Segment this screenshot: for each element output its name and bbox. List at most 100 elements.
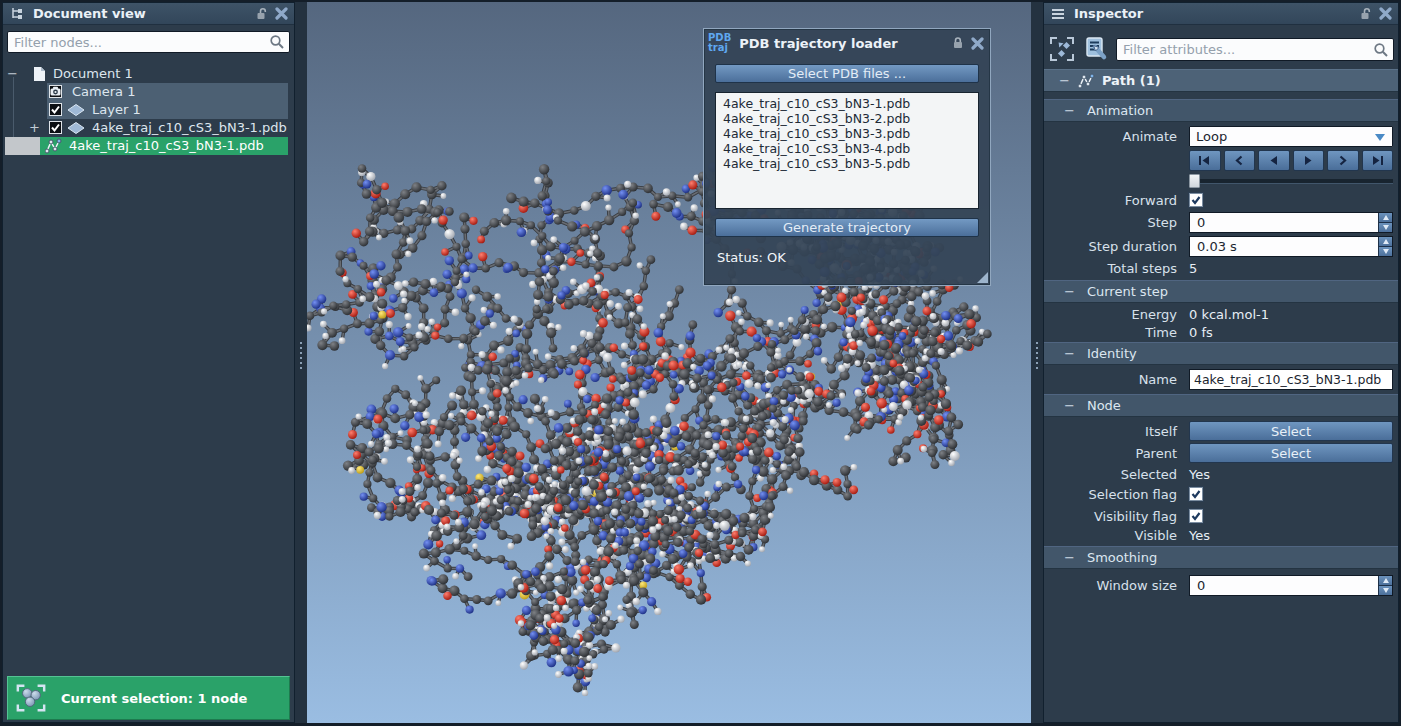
file-item[interactable]: 4ake_traj_c10_cS3_bN3-4.pdb bbox=[723, 141, 978, 156]
step-back-button[interactable] bbox=[1224, 150, 1256, 171]
current-step-header-label: Current step bbox=[1087, 284, 1168, 299]
unlock-icon[interactable] bbox=[1359, 7, 1373, 21]
skip-start-button[interactable] bbox=[1189, 150, 1221, 171]
current-selection-bar[interactable]: Current selection: 1 node bbox=[7, 676, 290, 720]
selection-flag-checkbox[interactable] bbox=[1189, 487, 1203, 501]
energy-value: 0 kcal.mol-1 bbox=[1189, 307, 1393, 322]
pdb-file-list[interactable]: 4ake_traj_c10_cS3_bN3-1.pdb 4ake_traj_c1… bbox=[715, 92, 979, 209]
smoothing-section-header[interactable]: − Smoothing bbox=[1044, 546, 1398, 569]
window-size-spinbox[interactable]: 0 bbox=[1189, 575, 1393, 596]
viewport-3d[interactable]: PDBtraj PDB trajectory loader Select PDB… bbox=[307, 2, 1031, 723]
animation-section-header[interactable]: − Animation bbox=[1044, 99, 1398, 122]
status-text: Status: OK bbox=[717, 250, 990, 265]
resize-grip[interactable] bbox=[977, 272, 988, 283]
current-step-section-header[interactable]: − Current step bbox=[1044, 280, 1398, 303]
generate-trajectory-button[interactable]: Generate trajectory bbox=[715, 218, 979, 237]
energy-label: Energy bbox=[1044, 307, 1177, 322]
tree-label[interactable]: 4ake_traj_c10_cS3_bN3-1.pdb bbox=[69, 138, 264, 153]
spin-up-button[interactable] bbox=[1378, 237, 1392, 247]
select-itself-button[interactable]: Select bbox=[1189, 421, 1393, 441]
file-item[interactable]: 4ake_traj_c10_cS3_bN3-1.pdb bbox=[723, 96, 978, 111]
inspect-document-button[interactable] bbox=[1082, 36, 1110, 62]
time-label: Time bbox=[1044, 325, 1177, 340]
animate-dropdown[interactable]: Loop bbox=[1189, 126, 1393, 147]
timeline-slider[interactable] bbox=[1189, 174, 1393, 188]
visibility-flag-checkbox[interactable] bbox=[1189, 509, 1203, 523]
spin-up-button[interactable] bbox=[1378, 576, 1392, 586]
close-icon[interactable] bbox=[971, 37, 984, 50]
selection-icon bbox=[15, 682, 47, 714]
pdb-trajectory-loader-dialog[interactable]: PDBtraj PDB trajectory loader Select PDB… bbox=[703, 28, 991, 286]
select-mode-button[interactable] bbox=[1048, 36, 1076, 62]
step-spinbox[interactable]: 0 bbox=[1189, 212, 1393, 233]
tree-row-camera[interactable]: Camera 1 bbox=[3, 83, 294, 101]
chevron-down-icon bbox=[1375, 134, 1385, 141]
play-backward-button[interactable] bbox=[1258, 150, 1290, 171]
tree-row-structure[interactable]: + 4ake_traj_c10_cS3_bN3-1.pdb bbox=[3, 119, 294, 137]
dialog-titlebar[interactable]: PDBtraj PDB trajectory loader bbox=[704, 29, 990, 55]
layer-icon bbox=[67, 122, 85, 135]
tree-label[interactable]: 4ake_traj_c10_cS3_bN3-1.pdb bbox=[92, 120, 287, 135]
left-splitter[interactable] bbox=[295, 2, 307, 723]
file-item[interactable]: 4ake_traj_c10_cS3_bN3-2.pdb bbox=[723, 111, 978, 126]
inspector-title: Inspector bbox=[1074, 6, 1359, 21]
unlock-icon[interactable] bbox=[255, 7, 269, 21]
tree-label[interactable]: Document 1 bbox=[53, 66, 133, 81]
total-steps-value: 5 bbox=[1189, 261, 1393, 276]
tree-row-path-selected[interactable]: 4ake_traj_c10_cS3_bN3-1.pdb bbox=[3, 137, 294, 155]
path-icon bbox=[45, 138, 63, 154]
window-size-label: Window size bbox=[1044, 578, 1177, 593]
tree-label[interactable]: Camera 1 bbox=[72, 84, 135, 99]
right-splitter[interactable] bbox=[1031, 2, 1043, 723]
file-item[interactable]: 4ake_traj_c10_cS3_bN3-3.pdb bbox=[723, 126, 978, 141]
spin-down-button[interactable] bbox=[1378, 247, 1392, 256]
selection-flag-label: Selection flag bbox=[1044, 487, 1177, 502]
collapse-expander[interactable]: − bbox=[7, 66, 18, 81]
spin-down-button[interactable] bbox=[1378, 223, 1392, 232]
name-input[interactable] bbox=[1189, 369, 1393, 390]
document-view-titlebar[interactable]: Document view bbox=[3, 3, 294, 25]
filter-attributes-input[interactable] bbox=[1116, 38, 1394, 61]
step-duration-spinbox[interactable]: 0.03 s bbox=[1189, 236, 1393, 257]
tree-row-layer[interactable]: Layer 1 bbox=[3, 101, 294, 119]
search-icon bbox=[269, 34, 285, 50]
node-section-header[interactable]: − Node bbox=[1044, 394, 1398, 417]
hierarchy-icon bbox=[9, 6, 25, 22]
document-view-title: Document view bbox=[33, 6, 255, 21]
play-forward-button[interactable] bbox=[1293, 150, 1325, 171]
close-icon[interactable] bbox=[275, 7, 288, 20]
inspector-panel: Inspector − Path (1) − Anim bbox=[1043, 2, 1399, 723]
spin-down-button[interactable] bbox=[1378, 586, 1392, 595]
expand-expander[interactable]: + bbox=[29, 120, 40, 135]
close-icon[interactable] bbox=[1379, 7, 1392, 20]
drag-indicator bbox=[5, 137, 40, 155]
skip-end-button[interactable] bbox=[1362, 150, 1394, 171]
smoothing-header-label: Smoothing bbox=[1087, 550, 1157, 565]
checkbox-checked[interactable] bbox=[49, 103, 62, 116]
step-duration-label: Step duration bbox=[1044, 239, 1177, 254]
menu-icon[interactable] bbox=[1050, 7, 1066, 21]
forward-label: Forward bbox=[1044, 193, 1177, 208]
current-selection-label: Current selection: 1 node bbox=[61, 691, 247, 706]
checkbox-checked[interactable] bbox=[49, 121, 62, 134]
select-pdb-files-button[interactable]: Select PDB files ... bbox=[715, 64, 979, 83]
path-header-label: Path (1) bbox=[1102, 73, 1161, 88]
node-header-label: Node bbox=[1087, 398, 1121, 413]
tree-row-document[interactable]: − Document 1 bbox=[3, 65, 294, 83]
selected-label: Selected bbox=[1044, 467, 1177, 482]
step-forward-button[interactable] bbox=[1327, 150, 1359, 171]
camera-icon bbox=[49, 85, 62, 98]
lock-icon[interactable] bbox=[951, 36, 965, 50]
inspector-titlebar[interactable]: Inspector bbox=[1044, 3, 1398, 25]
slider-handle[interactable] bbox=[1189, 174, 1200, 188]
animation-header-label: Animation bbox=[1087, 103, 1153, 118]
select-parent-button[interactable]: Select bbox=[1189, 443, 1393, 463]
forward-checkbox[interactable] bbox=[1189, 193, 1203, 207]
path-section-header[interactable]: − Path (1) bbox=[1044, 69, 1398, 92]
search-icon bbox=[1373, 42, 1389, 58]
filter-nodes-input[interactable] bbox=[7, 31, 290, 53]
spin-up-button[interactable] bbox=[1378, 213, 1392, 223]
tree-label[interactable]: Layer 1 bbox=[92, 102, 141, 117]
file-item[interactable]: 4ake_traj_c10_cS3_bN3-5.pdb bbox=[723, 156, 978, 171]
identity-section-header[interactable]: − Identity bbox=[1044, 342, 1398, 365]
